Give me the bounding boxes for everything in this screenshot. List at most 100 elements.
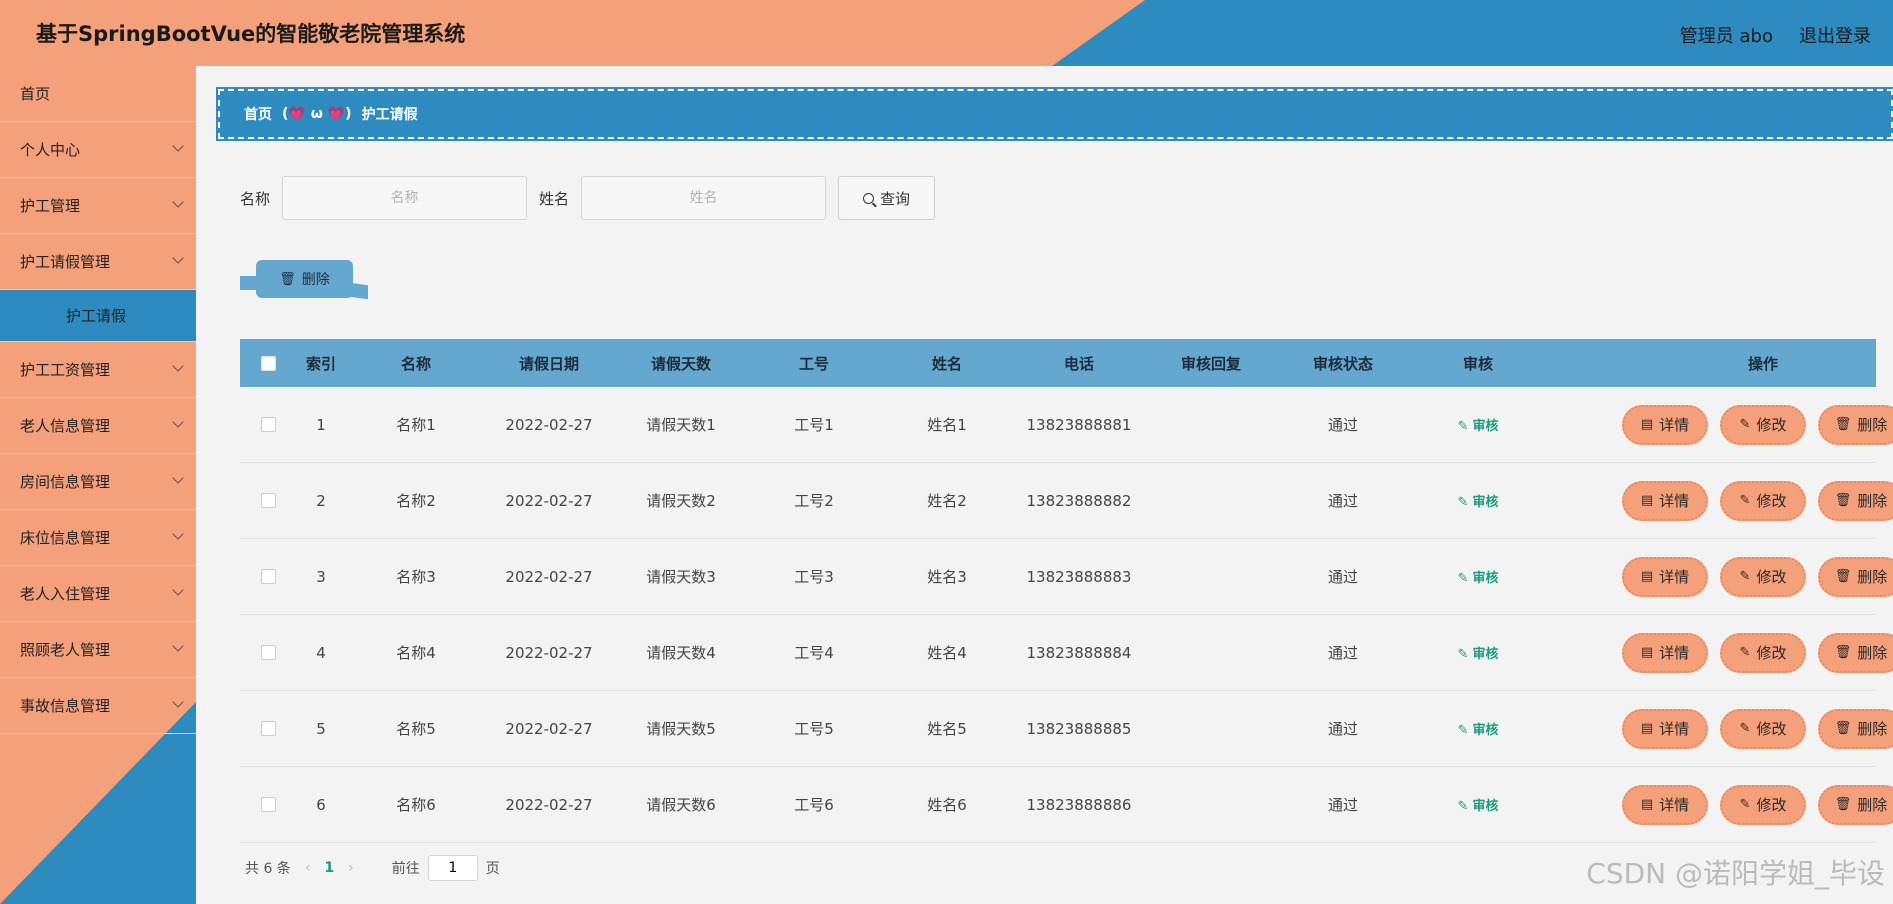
row-checkbox[interactable]	[260, 645, 276, 660]
delete-button[interactable]: 🗑 删除	[1818, 784, 1893, 825]
cell-status: 通过	[1327, 416, 1358, 434]
detail-button[interactable]: ▤ 详情	[1622, 480, 1708, 521]
cell-phone: 13823888884	[1026, 643, 1132, 662]
audit-cell: ✎ 审核	[1406, 795, 1550, 814]
sidebar: 首页个人中心护工管理 护工请假管理护工请假护工工资管理 老人信息管理 房间信息管理床位…	[0, 66, 196, 904]
audit-link[interactable]: ✎ 审核	[1458, 571, 1499, 586]
sidebar-item-1[interactable]: 个人中心	[0, 122, 196, 178]
delete-label: 删除	[1857, 416, 1888, 434]
cell-person: 姓名2	[927, 492, 967, 510]
page-number[interactable]: 1	[324, 860, 334, 876]
sidebar-item-0[interactable]: 首页	[0, 66, 196, 122]
chevron-down-icon	[172, 696, 184, 708]
sidebar-item-label: 个人中心	[20, 141, 81, 159]
detail-button[interactable]: ▤ 详情	[1622, 632, 1708, 673]
breadcrumb: 首页 (💗 ω 💗) 护工请假	[216, 87, 1893, 141]
next-page-icon[interactable]: ›	[348, 860, 354, 876]
delete-label: 删除	[1857, 720, 1888, 738]
table-row: 6 名称6 2022-02-27 请假天数6 工号6 姓名6 13823888886 通过 ✎ 审…	[240, 767, 1893, 843]
row-checkbox[interactable]	[260, 721, 276, 736]
cell-date: 2022-02-27	[505, 719, 593, 738]
column-header: 电话	[1063, 354, 1094, 373]
sidebar-item-6[interactable]: 老人信息管理	[0, 398, 196, 454]
cell-status: 通过	[1327, 568, 1358, 586]
detail-label: 详情	[1659, 492, 1690, 510]
audit-label: 审核	[1472, 419, 1499, 434]
edit-button[interactable]: ✎ 修改	[1720, 708, 1806, 749]
batch-delete-body: 🗑 删除	[256, 260, 353, 298]
edit-icon: ✎	[1739, 569, 1751, 584]
table-row: 1 名称1 2022-02-27 请假天数1 工号1 姓名1 13823888881 通过 ✎ 审…	[240, 387, 1893, 463]
detail-button[interactable]: ▤ 详情	[1622, 556, 1708, 597]
prev-page-icon[interactable]: ‹	[305, 860, 311, 876]
sidebar-item-label: 护工请假	[66, 307, 127, 325]
cell-date: 2022-02-27	[505, 567, 593, 586]
breadcrumb-home[interactable]: 首页	[244, 104, 272, 124]
edit-button[interactable]: ✎ 修改	[1720, 556, 1806, 597]
document-icon: ▤	[1640, 797, 1654, 812]
row-checkbox[interactable]	[260, 797, 276, 812]
audit-label: 审核	[1472, 723, 1499, 738]
chevron-down-icon	[172, 196, 184, 208]
edit-button[interactable]: ✎ 修改	[1720, 784, 1806, 825]
column-header: 名称	[400, 354, 431, 373]
cell-index: 5	[316, 719, 326, 738]
cell-person: 姓名1	[927, 416, 967, 434]
sidebar-item-7[interactable]: 房间信息管理	[0, 454, 196, 510]
cell-person: 姓名5	[927, 720, 967, 738]
row-checkbox[interactable]	[260, 493, 276, 508]
batch-delete-button[interactable]: 🗑 删除	[240, 260, 370, 302]
sidebar-item-8[interactable]: 床位信息管理	[0, 510, 196, 566]
audit-link[interactable]: ✎ 审核	[1458, 419, 1499, 434]
sidebar-item-label: 床位信息管理	[20, 529, 111, 547]
delete-button[interactable]: 🗑 删除	[1818, 632, 1893, 673]
detail-button[interactable]: ▤ 详情	[1622, 708, 1708, 749]
column-header: 请假天数	[650, 354, 711, 373]
sidebar-item-10[interactable]: 照顾老人管理	[0, 622, 196, 678]
audit-link[interactable]: ✎ 审核	[1458, 723, 1499, 738]
edit-label: 修改	[1756, 492, 1787, 510]
document-icon: ▤	[1640, 493, 1654, 508]
audit-cell: ✎ 审核	[1406, 415, 1550, 434]
edit-button[interactable]: ✎ 修改	[1720, 480, 1806, 521]
delete-button[interactable]: 🗑 删除	[1818, 708, 1893, 749]
delete-label: 删除	[1857, 796, 1888, 814]
audit-link[interactable]: ✎ 审核	[1458, 495, 1499, 510]
sidebar-item-4[interactable]: 护工请假	[0, 290, 196, 342]
detail-button[interactable]: ▤ 详情	[1622, 784, 1708, 825]
detail-label: 详情	[1659, 644, 1690, 662]
person-search-input[interactable]	[581, 176, 827, 220]
edit-button[interactable]: ✎ 修改	[1720, 404, 1806, 445]
cell-job_no: 工号3	[794, 568, 834, 586]
audit-link[interactable]: ✎ 审核	[1458, 799, 1499, 814]
sidebar-item-5[interactable]: 护工工资管理	[0, 342, 196, 398]
watermark: CSDN @诺阳学姐_毕设	[1586, 857, 1885, 890]
audit-link[interactable]: ✎ 审核	[1458, 647, 1499, 662]
row-checkbox[interactable]	[260, 417, 276, 432]
edit-icon: ✎	[1739, 797, 1751, 812]
sidebar-item-9[interactable]: 老人入住管理	[0, 566, 196, 622]
edit-button[interactable]: ✎ 修改	[1720, 632, 1806, 673]
row-select-cell	[240, 417, 296, 432]
goto-page-input[interactable]	[427, 855, 478, 881]
select-all-cell	[240, 355, 296, 371]
select-all-checkbox[interactable]	[260, 355, 276, 371]
sidebar-item-2[interactable]: 护工管理	[0, 178, 196, 234]
audit-cell: ✎ 审核	[1406, 491, 1550, 510]
cell-phone: 13823888882	[1026, 491, 1132, 510]
delete-button[interactable]: 🗑 删除	[1818, 480, 1893, 521]
delete-label: 删除	[1857, 492, 1888, 510]
edit-label: 修改	[1756, 796, 1787, 814]
sidebar-item-11[interactable]: 事故信息管理	[0, 678, 196, 734]
row-checkbox[interactable]	[260, 569, 276, 584]
delete-button[interactable]: 🗑 删除	[1818, 404, 1893, 445]
audit-cell: ✎ 审核	[1406, 567, 1550, 586]
logout-button[interactable]: 退出登录	[1799, 22, 1871, 48]
column-header: 审核状态	[1312, 354, 1373, 373]
detail-button[interactable]: ▤ 详情	[1622, 404, 1708, 445]
sidebar-item-3[interactable]: 护工请假管理	[0, 234, 196, 290]
name-search-input[interactable]	[282, 176, 528, 220]
search-button[interactable]: 查询	[838, 176, 936, 220]
edit-pen-icon: ✎	[1457, 419, 1469, 434]
delete-button[interactable]: 🗑 删除	[1818, 556, 1893, 597]
